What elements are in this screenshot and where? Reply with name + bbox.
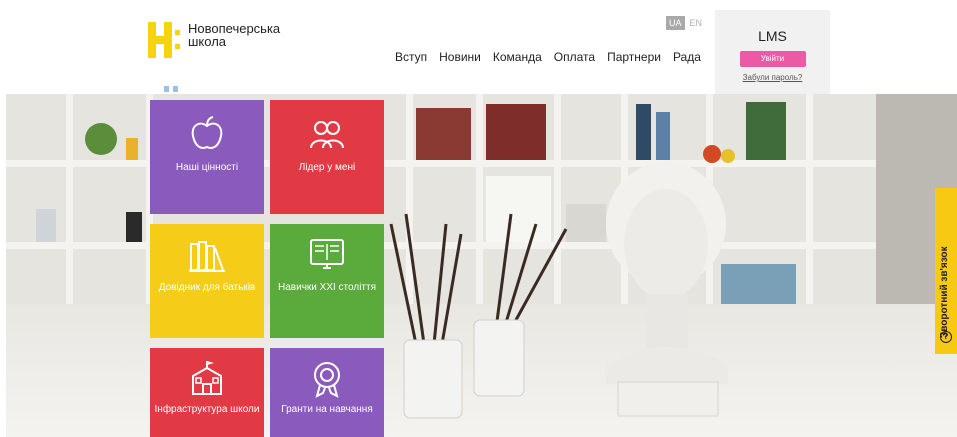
- lms-login-button[interactable]: Увійти: [739, 51, 806, 67]
- nav-item-admission[interactable]: Вступ: [395, 50, 427, 64]
- feedback-tab[interactable]: ? Зворотний зв'язок: [935, 188, 957, 354]
- lms-panel: LMS Увійти Забули пароль?: [715, 10, 830, 94]
- logo-mark-icon: [148, 22, 180, 60]
- main-nav: Вступ Новини Команда Оплата Партнери Рад…: [395, 50, 701, 64]
- tile-parents-guide[interactable]: Довідник для батьків: [150, 224, 264, 338]
- monitor-book-icon: [310, 239, 344, 269]
- lms-forgot-password-link[interactable]: Забули пароль?: [715, 73, 830, 82]
- logo-line-2: школа: [188, 34, 227, 49]
- tile-21st-century-skills[interactable]: Навички XXI століття: [270, 224, 384, 338]
- nav-item-partners[interactable]: Партнери: [607, 50, 661, 64]
- nav-item-payment[interactable]: Оплата: [554, 50, 595, 64]
- feedback-label: Зворотний зв'язок: [939, 246, 950, 338]
- award-icon: [314, 362, 340, 398]
- tile-our-values[interactable]: Наші цінності: [150, 100, 264, 214]
- lang-ua[interactable]: UA: [666, 16, 685, 30]
- tile-our-values-label: Наші цінності: [175, 162, 239, 173]
- logo-accent-icon: [164, 86, 182, 94]
- hero-image: [6, 94, 957, 437]
- nav-item-team[interactable]: Команда: [493, 50, 542, 64]
- tile-parents-guide-label: Довідник для батьків: [158, 282, 256, 293]
- site-header: Новопечерська школа Вступ Новини Команда…: [0, 0, 957, 94]
- tile-study-grants-label: Гранти на навчання: [281, 404, 373, 415]
- language-switcher: UA EN: [666, 16, 702, 30]
- still-life-illustration: [389, 162, 728, 419]
- tile-school-infrastructure-label: Інфраструктура школи: [154, 404, 260, 415]
- logo-text: Новопечерська школа: [188, 22, 280, 48]
- nav-item-council[interactable]: Рада: [673, 50, 701, 64]
- books-icon: [189, 241, 225, 272]
- people-icon: [310, 121, 344, 149]
- tile-study-grants[interactable]: Гранти на навчання: [270, 348, 384, 437]
- tile-school-infrastructure[interactable]: Інфраструктура школи: [150, 348, 264, 437]
- tile-leader-in-me[interactable]: Лідер у мені: [270, 100, 384, 214]
- tile-21st-century-skills-label: Навички XXI століття: [278, 282, 376, 293]
- lms-title: LMS: [758, 28, 787, 44]
- lang-en[interactable]: EN: [690, 16, 703, 30]
- school-building-icon: [192, 361, 222, 395]
- tile-leader-in-me-label: Лідер у мені: [298, 162, 356, 173]
- school-logo[interactable]: Новопечерська школа: [148, 22, 280, 60]
- apple-icon: [191, 116, 223, 149]
- nav-item-news[interactable]: Новини: [439, 50, 481, 64]
